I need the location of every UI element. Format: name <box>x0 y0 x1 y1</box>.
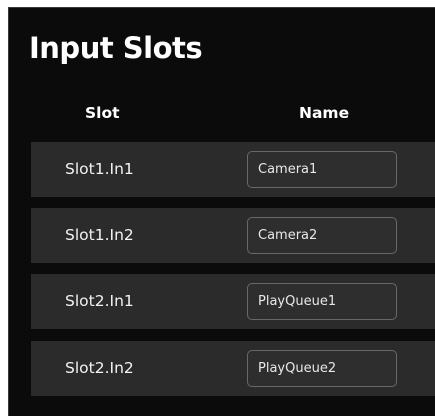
slot-label: Slot1.In1 <box>65 160 134 178</box>
column-header-name: Name <box>299 104 350 122</box>
table-row: Slot2.In1 <box>31 274 435 329</box>
column-header-slot: Slot <box>85 104 120 122</box>
name-input[interactable] <box>247 151 397 188</box>
slot-label: Slot2.In1 <box>65 292 134 310</box>
input-slots-panel: Input Slots Slot Name Slot1.In1 Slot1.In… <box>8 7 435 416</box>
slot-label: Slot1.In2 <box>65 226 134 244</box>
slot-label: Slot2.In2 <box>65 359 134 377</box>
name-input[interactable] <box>247 217 397 254</box>
table-row: Slot1.In1 <box>31 142 435 197</box>
table-row: Slot2.In2 <box>31 341 435 396</box>
name-input[interactable] <box>247 283 397 320</box>
page-title: Input Slots <box>29 31 203 65</box>
window-frame: Input Slots Slot Name Slot1.In1 Slot1.In… <box>0 0 435 416</box>
name-input[interactable] <box>247 350 397 387</box>
table-row: Slot1.In2 <box>31 208 435 263</box>
